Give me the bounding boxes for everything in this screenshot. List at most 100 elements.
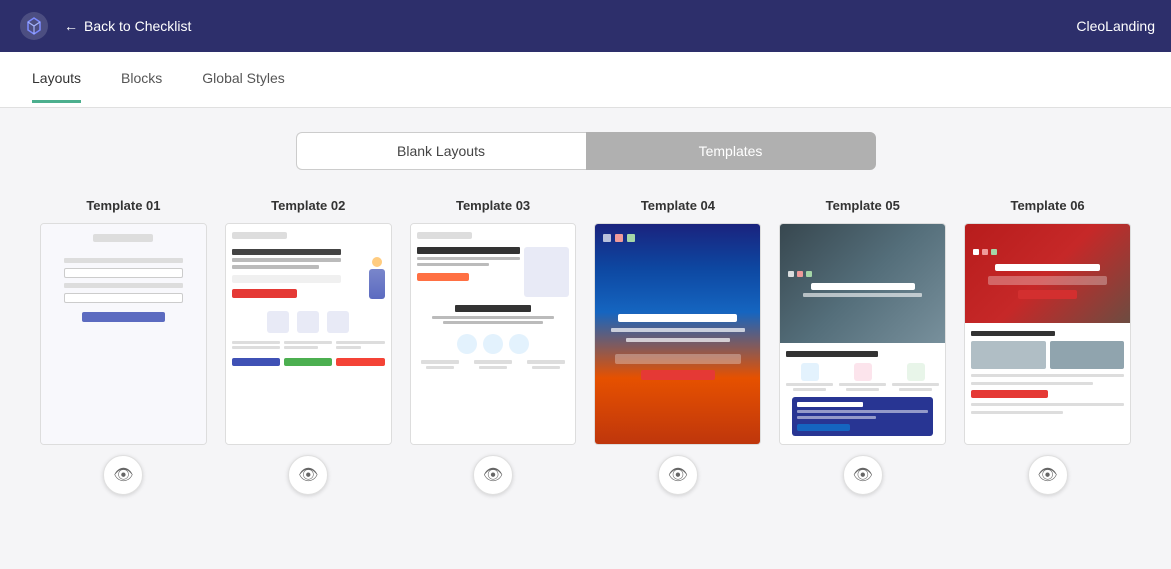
t02-col1 xyxy=(232,341,280,349)
t02-btn3 xyxy=(336,358,384,366)
t02-input xyxy=(232,275,341,283)
template-06-preview-button[interactable]: 👁 xyxy=(1028,455,1068,495)
template-02-preview-button[interactable]: 👁 xyxy=(288,455,328,495)
tabs-bar: Layouts Blocks Global Styles xyxy=(0,52,1171,108)
t03-sub-row xyxy=(417,360,570,369)
template-02-item: Template 02 xyxy=(225,198,392,495)
templates-button[interactable]: Templates xyxy=(586,132,876,170)
site-name: CleoLanding xyxy=(1076,18,1155,34)
t05-ficon1 xyxy=(801,363,819,381)
t03-sub2 xyxy=(417,263,490,266)
t03-right xyxy=(524,247,569,297)
template-01-preview[interactable] xyxy=(40,223,207,445)
t02-line4 xyxy=(284,346,318,349)
t06-body xyxy=(965,323,1130,422)
template-01-preview-button[interactable]: 👁 xyxy=(103,455,143,495)
t05-section-heading xyxy=(786,351,878,357)
t05-hero xyxy=(780,224,945,343)
t05-hero-sub xyxy=(803,293,922,297)
t06-dot3 xyxy=(991,249,997,255)
t05-dark-sub2 xyxy=(797,416,875,419)
tab-global-styles[interactable]: Global Styles xyxy=(202,56,284,103)
t02-icons xyxy=(232,311,385,333)
t02-icon2 xyxy=(297,311,319,333)
t01-logo xyxy=(93,234,153,242)
t03-hero xyxy=(417,247,570,297)
t06-line2 xyxy=(971,382,1093,385)
template-05-preview[interactable] xyxy=(779,223,946,445)
t04-input xyxy=(615,354,742,364)
template-04-preview[interactable] xyxy=(594,223,761,445)
t05-dot1 xyxy=(788,271,794,277)
t05-hero-heading xyxy=(811,283,915,290)
t04-heading xyxy=(618,314,737,322)
t02-person xyxy=(369,269,385,299)
t04-ico2 xyxy=(615,234,623,242)
t06-dot1 xyxy=(973,249,979,255)
t06-img1 xyxy=(971,341,1045,369)
template-03-preview[interactable] xyxy=(410,223,577,445)
t01-cta-btn xyxy=(82,312,165,322)
template-01-item: Template 01 👁 xyxy=(40,198,207,495)
t02-line1 xyxy=(232,341,280,344)
tab-blocks[interactable]: Blocks xyxy=(121,56,162,103)
tab-layouts[interactable]: Layouts xyxy=(32,56,81,103)
t05-body xyxy=(780,343,945,444)
t06-section-heading xyxy=(971,331,1055,336)
t02-sub2 xyxy=(232,265,319,269)
blank-layouts-button[interactable]: Blank Layouts xyxy=(296,132,586,170)
t03-logo xyxy=(417,232,472,239)
template-03-preview-button[interactable]: 👁 xyxy=(473,455,513,495)
t03-ico2 xyxy=(483,334,503,354)
template-04-preview-button[interactable]: 👁 xyxy=(658,455,698,495)
template-05-label: Template 05 xyxy=(826,198,900,213)
t05-fline6 xyxy=(899,388,932,391)
t02-btn-row xyxy=(232,358,385,366)
t05-dark-section xyxy=(792,397,933,436)
template-05-item: Template 05 xyxy=(779,198,946,495)
t06-bottom-btn xyxy=(971,390,1047,398)
back-to-checklist-button[interactable]: ← Back to Checklist xyxy=(64,18,191,34)
template-04-label: Template 04 xyxy=(641,198,715,213)
logo-icon xyxy=(16,8,52,44)
t02-line3 xyxy=(284,341,332,344)
t03-sub-col3 xyxy=(523,360,570,369)
t02-text xyxy=(232,249,341,298)
t02-logo xyxy=(232,232,287,239)
t05-dot3 xyxy=(806,271,812,277)
t04-btn xyxy=(641,370,715,380)
t05-ficon2 xyxy=(854,363,872,381)
t05-dark-btn xyxy=(797,424,849,431)
t02-btn1 xyxy=(232,358,280,366)
t06-line4 xyxy=(971,411,1063,414)
t02-line5 xyxy=(336,341,384,344)
template-06-preview[interactable] xyxy=(964,223,1131,445)
eye-icon-t04: 👁 xyxy=(668,465,688,485)
t04-icons xyxy=(603,234,635,242)
template-02-preview[interactable] xyxy=(225,223,392,445)
t03-sub-col2 xyxy=(470,360,517,369)
t03-sc3l1 xyxy=(527,360,565,364)
t02-col2 xyxy=(284,341,332,349)
t05-fline4 xyxy=(846,388,879,391)
t02-heading xyxy=(232,249,341,255)
t02-col3 xyxy=(336,341,384,349)
template-03-label: Template 03 xyxy=(456,198,530,213)
template-06-item: Template 06 xyxy=(964,198,1131,495)
template-04-item: Template 04 xyxy=(594,198,761,495)
t04-ico3 xyxy=(627,234,635,242)
t02-row xyxy=(232,341,385,349)
t02-cta xyxy=(232,289,297,298)
t06-hero xyxy=(965,224,1130,323)
t06-dots xyxy=(973,249,997,255)
t06-cta xyxy=(1018,290,1078,299)
t05-ficon3 xyxy=(907,363,925,381)
t05-dark-sub1 xyxy=(797,410,928,413)
t02-line6 xyxy=(336,346,360,349)
eye-icon-t05: 👁 xyxy=(853,465,873,485)
t03-sc2l1 xyxy=(474,360,512,364)
eye-icon-t06: 👁 xyxy=(1037,465,1057,485)
t05-dot2 xyxy=(797,271,803,277)
templates-grid: Template 01 👁 Template 02 xyxy=(40,198,1131,495)
template-05-preview-button[interactable]: 👁 xyxy=(843,455,883,495)
